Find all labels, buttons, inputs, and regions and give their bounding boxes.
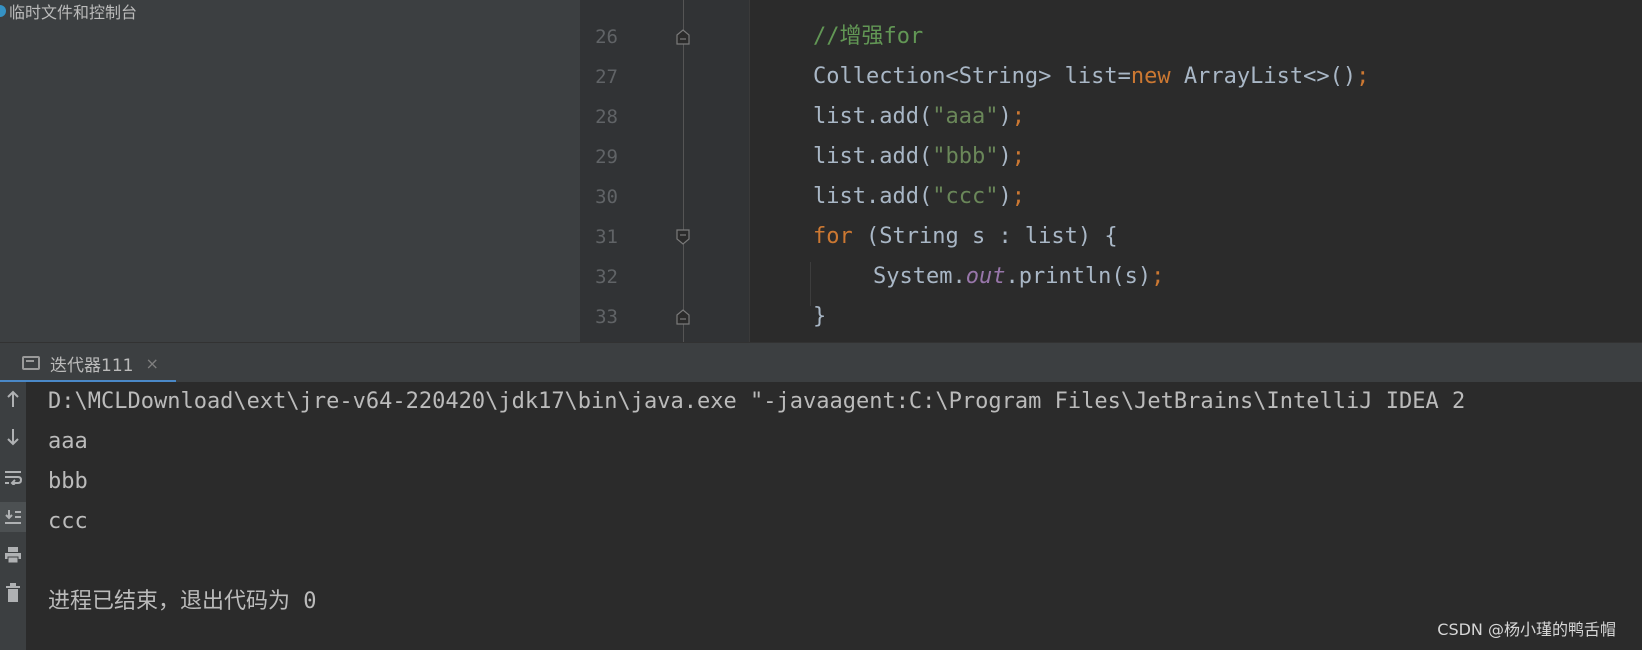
code-line[interactable]: list.add("ccc"); xyxy=(813,177,1025,217)
console-line: aaa xyxy=(48,429,88,454)
code-token: Collection<String> list= xyxy=(813,64,1131,89)
arrow-up-icon[interactable] xyxy=(0,384,26,414)
fold-marker-icon[interactable] xyxy=(675,229,691,245)
fold-marker-icon[interactable] xyxy=(675,29,691,45)
code-token: ; xyxy=(1011,144,1025,169)
line-number: 31 xyxy=(595,226,618,248)
code-line[interactable]: //增强for xyxy=(813,17,923,57)
fold-marker-icon[interactable] xyxy=(675,309,691,325)
line-number: 29 xyxy=(595,146,618,168)
console-line: bbb xyxy=(48,469,88,494)
code-token: ; xyxy=(1011,184,1025,209)
console-line: 进程已结束，退出代码为 0 xyxy=(48,589,317,614)
code-token: new xyxy=(1130,64,1171,89)
code-token: ; xyxy=(1151,264,1165,289)
console-line: ccc xyxy=(48,509,88,534)
code-token: for xyxy=(813,224,853,249)
code-token: ; xyxy=(1011,104,1025,129)
code-line[interactable]: list.add("bbb"); xyxy=(813,137,1025,177)
console-icon xyxy=(22,356,40,370)
arrow-down-icon[interactable] xyxy=(0,422,26,452)
trash-icon[interactable] xyxy=(0,578,26,608)
scratches-and-consoles-item[interactable]: 临时文件和控制台 xyxy=(0,0,137,22)
code-token: ; xyxy=(1356,64,1370,89)
line-number: 32 xyxy=(595,266,618,288)
console-line: D:\MCLDownload\ext\jre-v64-220420\jdk17\… xyxy=(48,389,1466,414)
run-toolbar xyxy=(0,382,26,650)
line-number: 30 xyxy=(595,186,618,208)
sidebar-item-label: 临时文件和控制台 xyxy=(9,3,138,22)
project-sidebar: 临时文件和控制台 xyxy=(0,0,580,342)
code-token: list.add( xyxy=(813,144,933,169)
code-token: list.add( xyxy=(813,104,933,129)
code-line[interactable]: for (String s : list) { xyxy=(813,217,1118,257)
code-token: ) xyxy=(998,104,1012,129)
line-number: 26 xyxy=(595,26,618,48)
code-token: ) xyxy=(998,184,1012,209)
code-token: "aaa" xyxy=(932,104,999,129)
soft-wrap-icon[interactable] xyxy=(0,462,26,492)
code-token: "ccc" xyxy=(932,184,999,209)
code-line[interactable]: Collection<String> list=new ArrayList<>(… xyxy=(813,57,1369,97)
close-tab-icon[interactable]: × xyxy=(145,354,158,373)
code-line[interactable]: } xyxy=(813,297,826,337)
run-tool-window-header: 迭代器111 × xyxy=(0,342,1642,383)
code-token: out xyxy=(965,264,1006,289)
code-line[interactable]: System.out.println(s); xyxy=(873,257,1164,297)
code-token: "bbb" xyxy=(932,144,999,169)
print-icon[interactable] xyxy=(0,540,26,570)
fold-guide-line xyxy=(683,0,684,342)
line-number: 28 xyxy=(595,106,618,128)
scroll-to-end-icon[interactable] xyxy=(0,502,26,532)
code-token: (String s : list) { xyxy=(852,224,1118,249)
tab-run-config[interactable]: 迭代器111 × xyxy=(0,343,176,383)
watermark: CSDN @杨小瑾的鸭舌帽 xyxy=(1437,620,1616,639)
tab-label: 迭代器111 xyxy=(50,355,134,376)
folder-icon xyxy=(0,5,6,17)
code-token: .println(s) xyxy=(1005,264,1152,289)
code-token: System. xyxy=(873,264,966,289)
code-token: } xyxy=(813,304,827,329)
code-token: ) xyxy=(998,144,1012,169)
code-token: ArrayList<>() xyxy=(1170,64,1357,89)
line-number: 33 xyxy=(595,306,618,328)
code-token: list.add( xyxy=(813,184,933,209)
code-token: //增强for xyxy=(813,24,924,49)
indent-guide xyxy=(810,262,811,306)
line-number: 27 xyxy=(595,66,618,88)
code-line[interactable]: list.add("aaa"); xyxy=(813,97,1025,137)
